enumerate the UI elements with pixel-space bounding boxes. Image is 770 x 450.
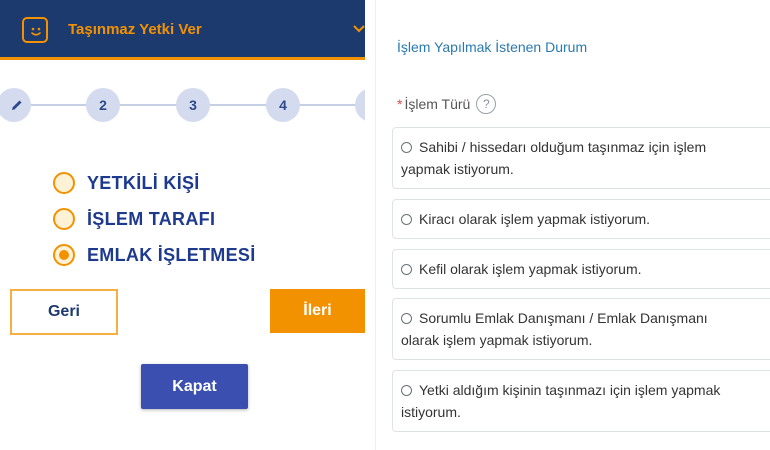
app-header: Taşınmaz Yetki Ver (0, 0, 365, 60)
close-button[interactable]: Kapat (141, 364, 248, 409)
header-title: Taşınmaz Yetki Ver (68, 21, 202, 38)
option-islem-tarafi[interactable]: İŞLEM TARAFI (53, 201, 256, 237)
wizard-stepper: 2 3 4 (0, 88, 365, 122)
radio-yetkili-kisi[interactable] (53, 172, 75, 194)
required-marker: * (397, 96, 403, 112)
help-icon[interactable]: ? (476, 94, 497, 114)
radio-islem-tarafi[interactable] (53, 208, 75, 230)
smiley-icon (22, 17, 48, 43)
right-panel: İşlem Yapılmak İstenen Durum * İşlem Tür… (375, 0, 770, 450)
field-label-islem-turu: * İşlem Türü ? (397, 94, 497, 114)
section-title: İşlem Yapılmak İstenen Durum (397, 39, 588, 55)
radio-circle-icon[interactable] (401, 385, 412, 396)
next-button[interactable]: İleri (270, 289, 365, 333)
option-label: YETKİLİ KİŞİ (87, 172, 200, 193)
radio-circle-icon[interactable] (401, 214, 412, 225)
choice-text-line2: yapmak istiyorum. (401, 161, 514, 177)
back-button[interactable]: Geri (10, 289, 118, 335)
choice-real-estate-consultant[interactable]: Sorumlu Emlak Danışmanı / Emlak Danışman… (392, 298, 770, 360)
pencil-icon (12, 100, 22, 110)
radio-circle-icon[interactable] (401, 313, 412, 324)
radio-emlak-isletmesi[interactable] (53, 244, 75, 266)
chevron-down-icon[interactable] (353, 24, 365, 34)
choice-text-line1: Sorumlu Emlak Danışmanı / Emlak Danışman… (419, 310, 708, 326)
option-label: EMLAK İŞLETMESİ (87, 244, 256, 265)
choice-authorized-person[interactable]: Yetki aldığım kişinin taşınmazı için işl… (392, 370, 770, 432)
left-panel: Taşınmaz Yetki Ver 2 3 4 YETKİLİ KİŞİ İŞ… (0, 0, 365, 450)
choice-text-line1: Yetki aldığım kişinin taşınmazı için işl… (419, 382, 721, 398)
step-5[interactable] (355, 88, 365, 122)
option-yetkili-kisi[interactable]: YETKİLİ KİŞİ (53, 165, 256, 201)
step-4[interactable]: 4 (266, 88, 300, 122)
option-emlak-isletmesi[interactable]: EMLAK İŞLETMESİ (53, 237, 256, 273)
option-label: İŞLEM TARAFI (87, 208, 216, 229)
choice-text-line1: Kiracı olarak işlem yapmak istiyorum. (419, 211, 651, 227)
choice-text-line1: Sahibi / hissedarı olduğum taşınmaz için… (419, 139, 707, 155)
step-3[interactable]: 3 (176, 88, 210, 122)
choice-text-line2: olarak işlem yapmak istiyorum. (401, 332, 593, 348)
field-label-text: İşlem Türü (404, 96, 471, 112)
choice-owner[interactable]: Sahibi / hissedarı olduğum taşınmaz için… (392, 127, 770, 189)
choice-tenant[interactable]: Kiracı olarak işlem yapmak istiyorum. (392, 199, 770, 239)
step-1[interactable] (0, 88, 31, 122)
radio-circle-icon[interactable] (401, 264, 412, 275)
radio-circle-icon[interactable] (401, 142, 412, 153)
role-options: YETKİLİ KİŞİ İŞLEM TARAFI EMLAK İŞLETMES… (53, 165, 256, 273)
choice-guarantor[interactable]: Kefil olarak işlem yapmak istiyorum. (392, 249, 770, 289)
choice-text-line1: Kefil olarak işlem yapmak istiyorum. (419, 261, 642, 277)
step-2[interactable]: 2 (86, 88, 120, 122)
choice-text-line2: istiyorum. (401, 404, 461, 420)
